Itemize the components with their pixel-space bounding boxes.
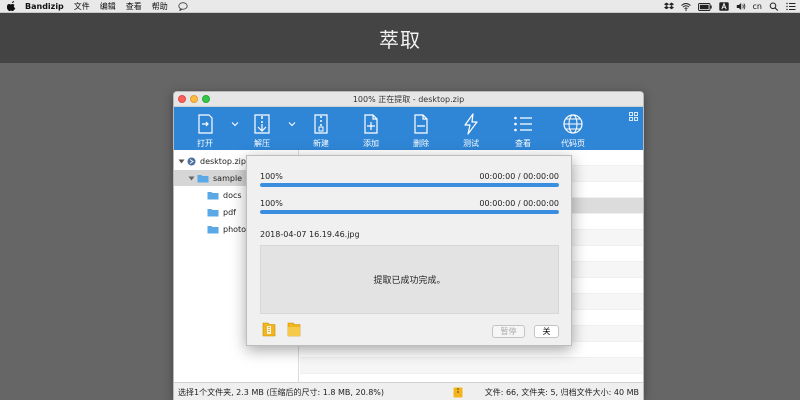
status-bar: 选择1个文件夹, 2.3 MB (压缩后的尺寸: 1.8 MB, 20.8%) … — [174, 382, 643, 400]
system-menu-bar: Bandizip 文件 编辑 查看 帮助 cn — [0, 0, 800, 13]
status-selection-text: 选择1个文件夹, 2.3 MB (压缩后的尺寸: 1.8 MB, 20.8%) — [178, 387, 385, 397]
menu-file[interactable]: 文件 — [74, 1, 90, 12]
tree-pdf-label: pdf — [223, 207, 236, 217]
delete-file-icon — [414, 114, 428, 134]
toolbar-open-button[interactable]: 打开 — [187, 107, 223, 150]
toolbar-new-label: 新建 — [313, 139, 329, 148]
toolbar-codepage-label: 代码页 — [561, 139, 585, 148]
notification-list-icon[interactable] — [786, 2, 796, 11]
current-file-name: 2018-04-07 16.19.46.jpg — [260, 230, 360, 239]
menu-view[interactable]: 查看 — [126, 1, 142, 12]
total-progress-percent: 100% — [260, 172, 283, 181]
menu-edit[interactable]: 编辑 — [100, 1, 116, 12]
completion-message: 提取已成功完成。 — [373, 276, 446, 286]
total-progress-bar — [260, 183, 559, 187]
toolbar-delete-label: 删除 — [413, 139, 429, 148]
toolbar-extract-label: 解压 — [254, 139, 270, 148]
window-close-button[interactable] — [178, 95, 186, 103]
status-archive-summary: 文件: 66, 文件夹: 5, 归档文件大小: 40 MB — [484, 387, 639, 397]
archive-file-icon — [453, 387, 463, 398]
battery-icon[interactable] — [697, 2, 712, 11]
tree-root-label: desktop.zip — [200, 156, 246, 166]
file-progress-bar — [260, 210, 559, 214]
new-archive-icon — [314, 114, 328, 134]
chat-bubble-icon[interactable] — [178, 1, 188, 11]
toolbar-test-label: 测试 — [463, 139, 479, 148]
spotlight-search-icon[interactable] — [769, 2, 779, 11]
view-list-icon — [514, 116, 532, 132]
apple-logo-icon[interactable] — [7, 1, 17, 11]
input-language-label[interactable]: cn — [753, 2, 762, 11]
tree-docs-label: docs — [223, 190, 242, 200]
close-button[interactable]: 关 — [534, 325, 559, 338]
completion-message-box: 提取已成功完成。 — [260, 245, 559, 314]
add-file-icon — [364, 114, 378, 134]
input-source-a-icon[interactable] — [718, 2, 729, 11]
expand-triangle-icon[interactable] — [188, 175, 195, 182]
toolbar-open-label: 打开 — [197, 139, 213, 148]
page-title: 萃取 — [379, 27, 421, 52]
folder-icon — [197, 174, 209, 182]
menu-app-name[interactable]: Bandizip — [25, 2, 64, 11]
toolbar-add-button[interactable]: 添加 — [353, 107, 389, 150]
pause-button[interactable]: 暂停 — [492, 325, 525, 338]
window-zoom-button[interactable] — [202, 95, 210, 103]
toolbar-test-button[interactable]: 测试 — [453, 107, 489, 150]
file-progress-percent: 100% — [260, 199, 283, 208]
expand-triangle-icon[interactable] — [178, 158, 185, 165]
test-lightning-icon — [464, 113, 478, 135]
extract-progress-dialog: 100% 00:00:00 / 00:00:00 100% 00:00:00 /… — [246, 155, 572, 346]
open-archive-folder-icon[interactable] — [262, 321, 276, 337]
page-header: 萃取 — [0, 13, 800, 63]
file-list-row[interactable] — [300, 358, 643, 374]
layout-grid-icon[interactable] — [629, 112, 638, 121]
toolbar-add-label: 添加 — [363, 139, 379, 148]
window-title: 100% 正在提取 - desktop.zip — [352, 94, 465, 104]
folder-icon — [207, 225, 219, 233]
toolbar-view-label: 查看 — [515, 139, 531, 148]
folder-icon — [207, 208, 219, 216]
tree-folder-label: sample — [213, 173, 243, 183]
window-titlebar[interactable]: 100% 正在提取 - desktop.zip — [174, 92, 643, 107]
total-progress-time: 00:00:00 / 00:00:00 — [479, 172, 559, 181]
open-destination-folder-icon[interactable] — [287, 321, 301, 337]
archive-root-icon — [187, 157, 196, 165]
wifi-icon[interactable] — [680, 2, 691, 11]
toolbar-new-button[interactable]: 新建 — [303, 107, 339, 150]
extract-dropdown-chevron-icon[interactable] — [288, 121, 296, 127]
main-toolbar: 打开 解压 新建 添加 删除 测试 查看 代码页 — [174, 107, 643, 150]
open-dropdown-chevron-icon[interactable] — [231, 121, 239, 127]
open-icon — [198, 114, 213, 134]
toolbar-extract-button[interactable]: 解压 — [244, 107, 280, 150]
menu-help[interactable]: 帮助 — [152, 1, 168, 12]
file-progress-time: 00:00:00 / 00:00:00 — [479, 199, 559, 208]
extract-icon — [254, 114, 270, 134]
codepage-globe-icon — [563, 114, 583, 134]
window-minimize-button[interactable] — [190, 95, 198, 103]
toolbar-delete-button[interactable]: 删除 — [403, 107, 439, 150]
volume-icon[interactable] — [736, 2, 746, 11]
dropbox-icon[interactable] — [663, 2, 674, 11]
folder-icon — [207, 191, 219, 199]
toolbar-codepage-button[interactable]: 代码页 — [555, 107, 591, 150]
toolbar-view-button[interactable]: 查看 — [505, 107, 541, 150]
